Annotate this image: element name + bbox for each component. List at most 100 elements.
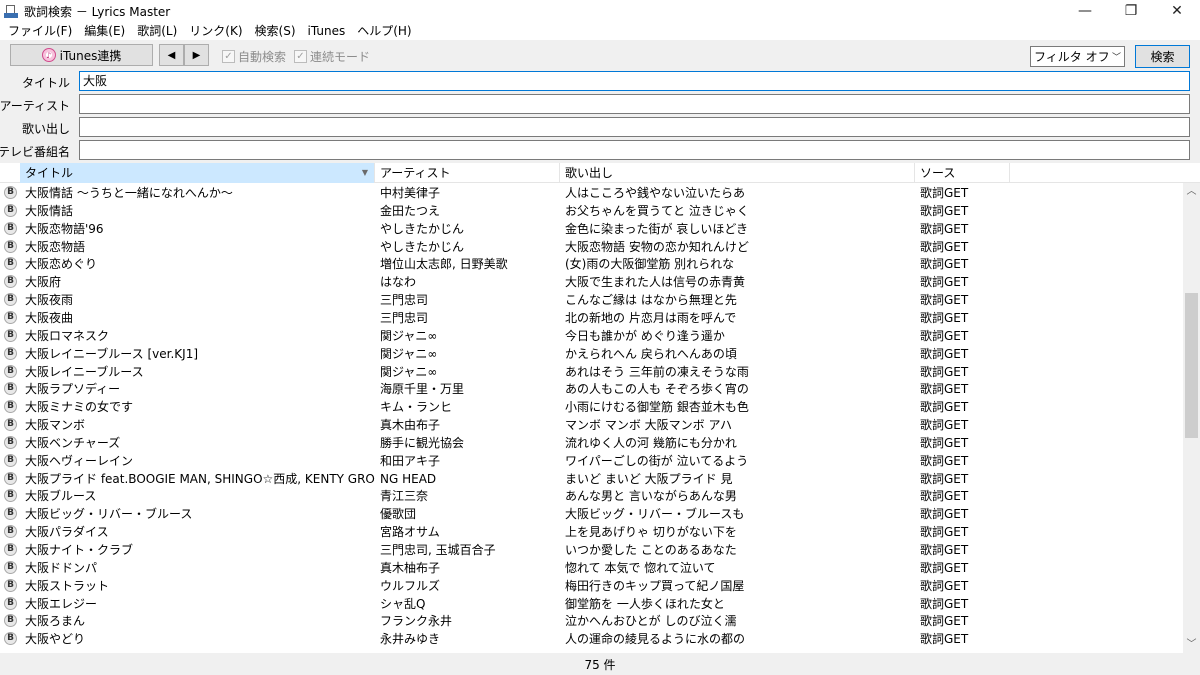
cell-source: 歌詞GET xyxy=(920,632,969,647)
toolbar: ♪ iTunes連携 ◀ ▶ ✓ 自動検索 ✓ 連続モード フィルタ オフ ﹀ … xyxy=(0,40,1200,70)
header-lyric[interactable]: 歌い出し xyxy=(560,163,915,183)
check-icon: ✓ xyxy=(222,50,235,63)
table-row[interactable]: B 大阪ストラット ウルフルズ 梅田行きのキップ買って紀ノ国屋 歌詞GET xyxy=(0,577,1183,595)
table-row[interactable]: B 大阪夜雨 三門忠司 こんなご縁は はなから無理と先 歌詞GET xyxy=(0,291,1183,309)
table-row[interactable]: B 大阪恋物語'96 やしきたかじん 金色に染まった街が 哀しいほどき 歌詞GET xyxy=(0,220,1183,238)
cell-source: 歌詞GET xyxy=(920,382,969,397)
cell-artist: ウルフルズ xyxy=(380,578,441,593)
table-row[interactable]: B 大阪恋物語 やしきたかじん 大阪恋物語 安物の恋か知れんけど 歌詞GET xyxy=(0,238,1183,256)
cell-lyric: あれはそう 三年前の凍えそうな雨 xyxy=(565,364,749,379)
sort-down-icon: ▼ xyxy=(361,168,368,177)
maximize-button[interactable]: ❐ xyxy=(1108,0,1154,22)
source-badge-icon: B xyxy=(4,560,17,574)
cell-lyric: 金色に染まった街が 哀しいほどき xyxy=(565,221,748,236)
menu-lyrics[interactable]: 歌詞(L) xyxy=(131,22,183,40)
cell-artist: 増位山太志郎, 日野美歌 xyxy=(380,257,508,272)
menu-edit[interactable]: 編集(E) xyxy=(78,22,131,40)
app-icon xyxy=(4,4,18,18)
header-title[interactable]: タイトル ▼ xyxy=(20,163,375,183)
table-row[interactable]: B 大阪ヘヴィーレイン 和田アキ子 ワイパーごしの街が 泣いてるよう 歌詞GET xyxy=(0,452,1183,470)
scroll-thumb[interactable] xyxy=(1185,293,1198,438)
menu-help[interactable]: ヘルプ(H) xyxy=(351,22,417,40)
table-row[interactable]: B 大阪レイニーブルース 関ジャニ∞ あれはそう 三年前の凍えそうな雨 歌詞GET xyxy=(0,363,1183,381)
cell-artist: キム・ランヒ xyxy=(380,400,453,415)
table-row[interactable]: B 大阪ロマネスク 関ジャニ∞ 今日も誰かが めぐり逢う遥か 歌詞GET xyxy=(0,327,1183,345)
title-input[interactable]: 大阪 xyxy=(79,71,1190,91)
auto-search-checkbox[interactable]: ✓ 自動検索 xyxy=(222,48,286,65)
table-row[interactable]: B 大阪ミナミの女です キム・ランヒ 小雨にけむる御堂筋 銀杏並木も色 歌詞GET xyxy=(0,398,1183,416)
window-controls: — ❐ ✕ xyxy=(1062,0,1200,22)
minimize-button[interactable]: — xyxy=(1062,0,1108,22)
menu-file[interactable]: ファイル(F) xyxy=(2,22,78,40)
table-row[interactable]: B 大阪レイニーブルース [ver.KJ1] 関ジャニ∞ かえられへん 戻られへんあの… xyxy=(0,345,1183,363)
table-row[interactable]: B 大阪エレジー シャ乱Q 御堂筋を 一人歩くほれた女と 歌詞GET xyxy=(0,595,1183,613)
menu-itunes[interactable]: iTunes xyxy=(302,22,352,40)
table-row[interactable]: B 大阪ブルース 青江三奈 あんな男と 言いながらあんな男 歌詞GET xyxy=(0,487,1183,505)
title-field-row: タイトル 大阪 xyxy=(0,70,1200,93)
header-title-label: タイトル xyxy=(25,166,74,180)
chevron-down-icon: ﹀ xyxy=(1111,53,1121,63)
cell-artist: やしきたかじん xyxy=(380,239,465,254)
cell-lyric: 御堂筋を 一人歩くほれた女と xyxy=(565,596,725,611)
next-button[interactable]: ▶ xyxy=(184,44,209,66)
table-row[interactable]: B 大阪マンボ 真木由布子 マンボ マンボ 大阪マンボ アハ 歌詞GET xyxy=(0,416,1183,434)
table-row[interactable]: B 大阪ナイト・クラブ 三門忠司, 玉城百合子 いつか愛した ことのあるあなた 歌詞GE… xyxy=(0,541,1183,559)
table-row[interactable]: B 大阪ベンチャーズ 勝手に観光協会 流れゆく人の河 幾筋にも分かれ 歌詞GET xyxy=(0,434,1183,452)
cell-source: 歌詞GET xyxy=(920,543,969,557)
continuous-mode-checkbox[interactable]: ✓ 連続モード xyxy=(294,48,370,65)
tv-input[interactable] xyxy=(79,140,1190,160)
table-row[interactable]: B 大阪パラダイス 宮路オサム 上を見あげりゃ 切りがない下を 歌詞GET xyxy=(0,523,1183,541)
cell-lyric: かえられへん 戻られへんあの頃 xyxy=(565,346,737,361)
filter-value: フィルタ オフ xyxy=(1034,50,1110,64)
table-row[interactable]: B 大阪恋めぐり 増位山太志郎, 日野美歌 (女)雨の大阪御堂筋 別れられな 歌詞GET xyxy=(0,255,1183,273)
table-row[interactable]: B 大阪やどり 永井みゆき 人の運命の綾見るように水の都の 歌詞GET xyxy=(0,630,1183,648)
cell-title: 大阪恋物語'96 xyxy=(25,221,104,236)
cell-title: 大阪ナイト・クラブ xyxy=(25,543,134,557)
cell-artist: 優歌団 xyxy=(380,507,417,522)
table-row[interactable]: B 大阪情話 金田たつえ お父ちゃんを買うてと 泣きじゃく 歌詞GET xyxy=(0,202,1183,220)
itunes-link-button[interactable]: ♪ iTunes連携 xyxy=(10,44,153,66)
lyric-input[interactable] xyxy=(79,117,1190,137)
cell-source: 歌詞GET xyxy=(920,489,969,504)
artist-input[interactable] xyxy=(79,94,1190,114)
table-row[interactable]: B 大阪プライド feat.BOOGIE MAN, SHINGO☆西成, KENT… xyxy=(0,470,1183,488)
table-row[interactable]: B 大阪府 はなわ 大阪で生まれた人は信号の赤青黄 歌詞GET xyxy=(0,273,1183,291)
cell-source: 歌詞GET xyxy=(920,239,969,254)
header-source[interactable]: ソース xyxy=(915,163,1010,183)
cell-source: 歌詞GET xyxy=(920,400,969,415)
filter-select[interactable]: フィルタ オフ ﹀ xyxy=(1030,46,1125,67)
cell-artist: 青江三奈 xyxy=(380,489,429,504)
artist-field-label: アーティスト xyxy=(0,99,70,113)
table-row[interactable]: B 大阪情話 ～うちと一緒になれへんか～ 中村美律子 人はこころや銭やない泣いたらあ 歌… xyxy=(0,184,1183,202)
cell-source: 歌詞GET xyxy=(920,418,969,433)
cell-lyric: 流れゆく人の河 幾筋にも分かれ xyxy=(565,435,737,450)
cell-source: 歌詞GET xyxy=(920,525,969,540)
header-artist[interactable]: アーティスト xyxy=(375,163,560,183)
table-row[interactable]: B 大阪夜曲 三門忠司 北の新地の 片恋月は雨を呼んで 歌詞GET xyxy=(0,309,1183,327)
table-row[interactable]: B 大阪ビッグ・リバー・ブルース 優歌団 大阪ビッグ・リバー・ブルースも 歌詞GET xyxy=(0,505,1183,523)
table-row[interactable]: B 大阪ろまん フランク永井 泣かへんおひとが しのび泣く濡 歌詞GET xyxy=(0,612,1183,630)
table-row[interactable]: B 大阪ラプソディー 海原千里・万里 あの人もこの人も そぞろ歩く宵の 歌詞GET xyxy=(0,380,1183,398)
cell-source: 歌詞GET xyxy=(920,328,969,343)
table-row[interactable]: B 大阪ドドンパ 真木柚布子 惚れて 本気で 惚れて泣いて 歌詞GET xyxy=(0,559,1183,577)
scroll-up-icon[interactable]: ︿ xyxy=(1183,183,1200,200)
result-count: 75 件 xyxy=(584,658,616,672)
check-icon: ✓ xyxy=(294,50,307,63)
cell-title: 大阪情話 ～うちと一緒になれへんか～ xyxy=(25,186,233,200)
cell-lyric: 小雨にけむる御堂筋 銀杏並木も色 xyxy=(565,400,749,415)
cell-title: 大阪やどり xyxy=(25,632,86,647)
cell-title: 大阪恋物語 xyxy=(25,239,86,254)
vertical-scrollbar[interactable]: ︿ ﹀ xyxy=(1183,183,1200,653)
previous-button[interactable]: ◀ xyxy=(159,44,184,66)
scroll-down-icon[interactable]: ﹀ xyxy=(1183,636,1200,653)
cell-source: 歌詞GET xyxy=(920,310,969,325)
cell-title: 大阪レイニーブルース [ver.KJ1] xyxy=(25,346,199,361)
cell-artist: 永井みゆき xyxy=(380,632,441,647)
cell-artist: 真木柚布子 xyxy=(380,560,441,575)
menu-search[interactable]: 検索(S) xyxy=(249,22,302,40)
menu-link[interactable]: リンク(K) xyxy=(183,22,248,40)
cell-source: 歌詞GET xyxy=(920,275,969,290)
cell-lyric: マンボ マンボ 大阪マンボ アハ xyxy=(565,418,732,433)
close-button[interactable]: ✕ xyxy=(1154,0,1200,22)
search-button[interactable]: 検索 xyxy=(1135,45,1190,68)
